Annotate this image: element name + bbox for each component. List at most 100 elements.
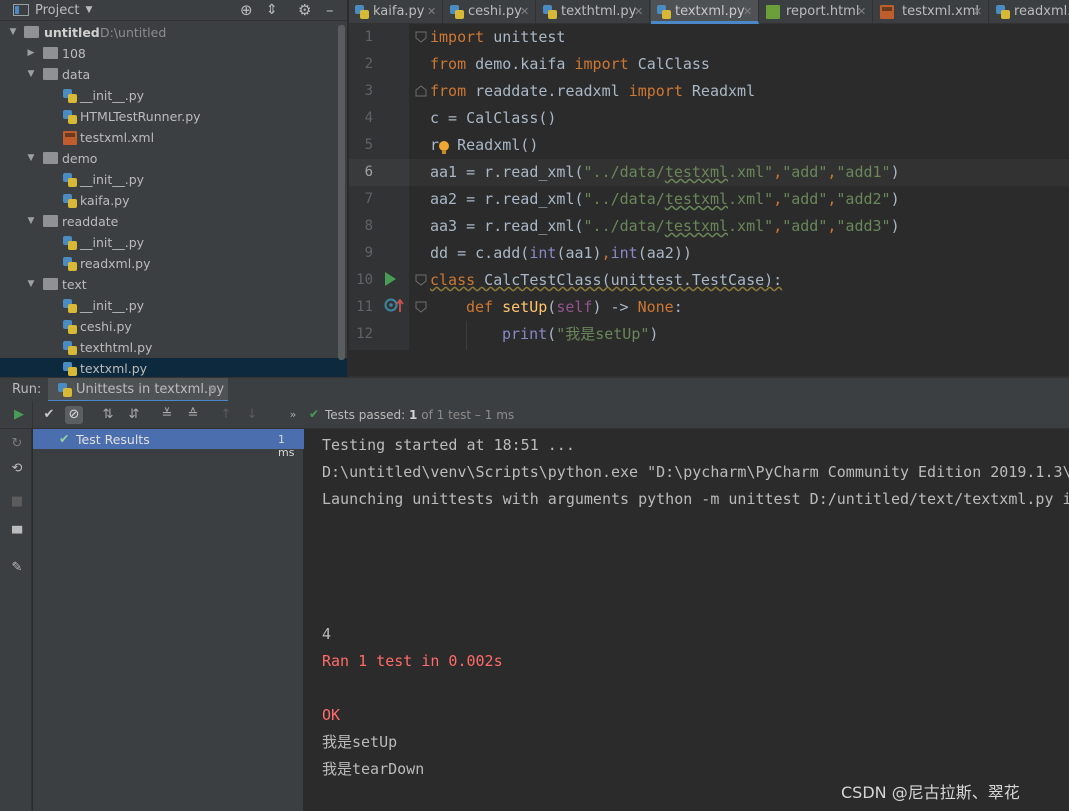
fold-icon[interactable]	[414, 273, 428, 287]
stop-icon[interactable]: ■	[8, 493, 26, 511]
python-file-icon	[657, 5, 671, 19]
code-line-2[interactable]: from demo.kaifa import CalClass	[430, 51, 710, 78]
chevron-down-icon[interactable]: ▼	[26, 148, 36, 169]
python-file-icon	[63, 110, 77, 124]
code-line-7[interactable]: aa2 = r.read_xml("../data/testxml.xml","…	[430, 186, 900, 213]
tree-item-file[interactable]: HTMLTestRunner.py	[0, 106, 347, 127]
tab-textxml[interactable]: textxml.py ✕	[651, 0, 759, 24]
collapse-icon[interactable]: ⇕	[266, 2, 278, 18]
python-file-icon	[63, 362, 77, 376]
tree-item-untitled[interactable]: ▼ untitled D:\untitled	[0, 22, 347, 43]
close-icon[interactable]: ✕	[634, 0, 643, 23]
show-ignored-icon[interactable]: ⊘	[65, 406, 83, 424]
run-label: Run:	[12, 382, 42, 397]
tree-scrollbar[interactable]	[338, 25, 345, 360]
tab-texthtml[interactable]: texthtml.py ✕	[537, 0, 650, 24]
console-output[interactable]: Testing started at 18:51 ... D:\untitled…	[305, 429, 1069, 811]
python-file-icon	[63, 89, 77, 103]
tab-ceshi[interactable]: ceshi.py ✕	[444, 0, 536, 24]
tree-item-text[interactable]: ▼ text	[0, 274, 347, 295]
line-number: 1	[364, 29, 373, 45]
chevron-down-icon[interactable]: ▼	[85, 5, 92, 15]
tree-item-file[interactable]: readxml.py	[0, 253, 347, 274]
html-file-icon	[766, 5, 780, 19]
close-icon[interactable]: ✕	[520, 0, 529, 23]
hide-icon[interactable]: –	[326, 1, 334, 19]
tree-item-file[interactable]: kaifa.py	[0, 190, 347, 211]
pin-icon[interactable]: ✎	[8, 559, 26, 577]
code-line-12[interactable]: print("我是setUp")	[502, 321, 658, 348]
code-line-11[interactable]: def setUp(self) -> None:	[466, 294, 683, 321]
tree-item-108[interactable]: ▶ 108	[0, 43, 347, 64]
tree-item-file[interactable]: __init__.py	[0, 169, 347, 190]
fold-icon[interactable]	[414, 84, 428, 98]
tree-item-label: texthtml.py	[80, 340, 153, 355]
code-line-9[interactable]: dd = c.add(int(aa1),int(aa2))	[430, 240, 692, 267]
close-icon[interactable]: ✕	[857, 0, 866, 23]
tree-item-file[interactable]: __init__.py	[0, 295, 347, 316]
tab-readxml[interactable]: readxml.py	[990, 0, 1069, 24]
fold-icon[interactable]	[414, 30, 428, 44]
rerun-failed-icon[interactable]: ↻	[8, 435, 26, 453]
code-line-4[interactable]: c = CalClass()	[430, 105, 556, 132]
code-line-6[interactable]: aa1 = r.read_xml("../data/testxml.xml","…	[430, 159, 900, 186]
run-test-icon[interactable]	[383, 271, 397, 287]
expand-all-icon[interactable]: ≚	[158, 406, 176, 424]
close-icon[interactable]: ✕	[208, 383, 217, 396]
console-line: Launching unittests with arguments pytho…	[322, 490, 1069, 508]
locate-icon[interactable]: ⊕	[240, 1, 253, 19]
tree-item-data[interactable]: ▼ data	[0, 64, 347, 85]
sort-alpha-icon[interactable]: ⇅	[99, 406, 117, 424]
code-line-1[interactable]: import unittest	[430, 24, 565, 51]
code-line-10[interactable]: class CalcTestClass(unittest.TestCase):	[430, 267, 782, 294]
tree-item-file[interactable]: __init__.py	[0, 85, 347, 106]
collapse-all-icon[interactable]: ≙	[184, 406, 202, 424]
xml-file-icon	[880, 5, 894, 19]
tree-item-label: __init__.py	[80, 88, 145, 103]
run-tab[interactable]: Unittests in textxml.py ✕	[48, 378, 228, 402]
override-icon[interactable]	[383, 296, 405, 314]
project-title[interactable]: Project	[35, 3, 79, 18]
fold-icon[interactable]	[414, 300, 428, 314]
line-number: 3	[364, 83, 373, 99]
tab-kaifa[interactable]: kaifa.py ✕	[349, 0, 443, 24]
tree-item-readdate[interactable]: ▼ readdate	[0, 211, 347, 232]
layout-icon[interactable]: ▀	[8, 526, 26, 544]
code-line-3[interactable]: from readdate.readxml import Readxml	[430, 78, 755, 105]
toggle-autotest-icon[interactable]: ⟲	[8, 460, 26, 478]
tab-testxml-xml[interactable]: testxml.xml ✕	[874, 0, 989, 24]
gear-icon[interactable]: ⚙	[298, 1, 311, 19]
close-icon[interactable]: ✕	[973, 0, 982, 23]
console-line-error: Ran 1 test in 0.002s	[322, 652, 503, 670]
lightbulb-icon[interactable]	[437, 140, 451, 156]
close-icon[interactable]: ✕	[427, 0, 436, 23]
arrow-up-icon[interactable]: ↑	[217, 406, 235, 424]
test-results-row[interactable]: ✔ Test Results 1 ms	[33, 429, 304, 459]
chevron-down-icon[interactable]: ▼	[26, 64, 36, 85]
line-number: 4	[364, 110, 373, 126]
chevron-right-icon[interactable]: ▶	[26, 43, 36, 64]
tree-item-demo[interactable]: ▼ demo	[0, 148, 347, 169]
tree-item-file[interactable]: ceshi.py	[0, 316, 347, 337]
console-line: 4	[322, 625, 332, 643]
show-passed-icon[interactable]: ✔	[40, 406, 58, 424]
tree-item-file[interactable]: testxml.xml	[0, 127, 347, 148]
rerun-icon[interactable]: ▶	[10, 406, 28, 424]
chevron-down-icon[interactable]: ▼	[26, 211, 36, 232]
chevron-down-icon[interactable]: ▼	[8, 22, 18, 43]
tree-item-selected[interactable]: textxml.py	[0, 358, 347, 379]
chevron-down-icon[interactable]: ▼	[26, 274, 36, 295]
tree-item-label: kaifa.py	[80, 193, 130, 208]
tab-report-html[interactable]: report.html ✕	[760, 0, 873, 24]
code-line-8[interactable]: aa3 = r.read_xml("../data/testxml.xml","…	[430, 213, 900, 240]
sort-duration-icon[interactable]: ⇵	[125, 406, 143, 424]
arrow-down-icon[interactable]: ↓	[243, 406, 261, 424]
tree-item-label: __init__.py	[80, 298, 145, 313]
more-icon[interactable]: »	[284, 406, 302, 424]
test-results-label: Test Results	[76, 432, 150, 447]
test-results-time: 1 ms	[278, 433, 295, 459]
tree-item-file[interactable]: __init__.py	[0, 232, 347, 253]
check-icon: ✔	[59, 431, 70, 446]
close-icon[interactable]: ✕	[743, 0, 752, 21]
tree-item-file[interactable]: texthtml.py	[0, 337, 347, 358]
